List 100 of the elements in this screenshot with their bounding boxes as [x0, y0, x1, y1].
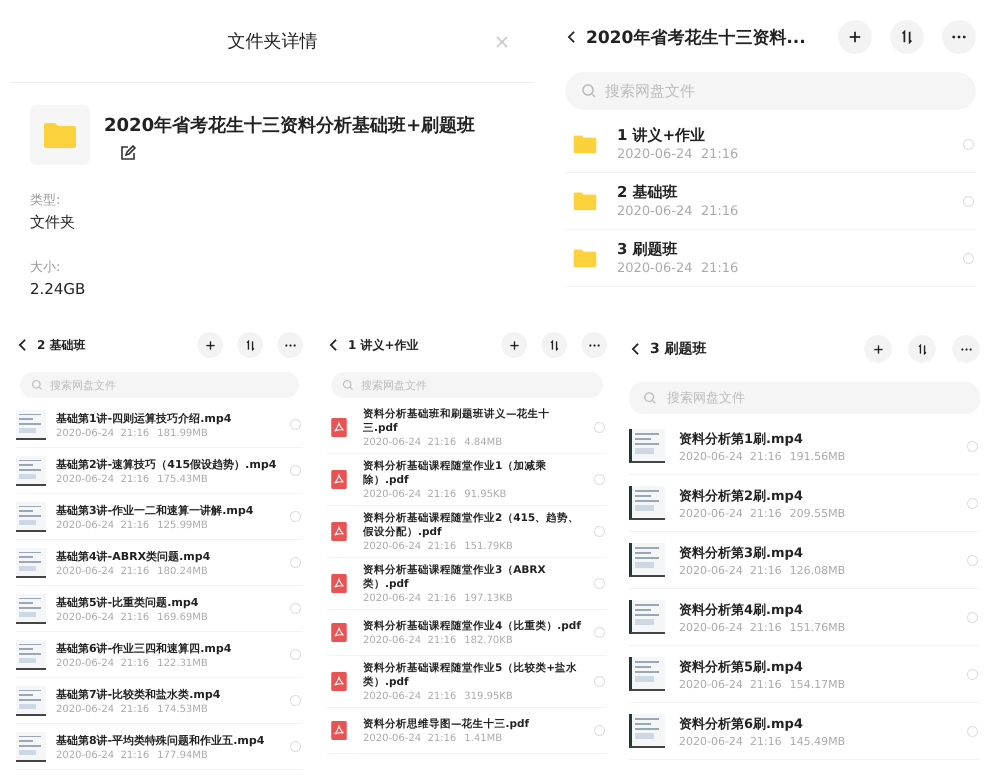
- file-name: 基础第8讲-平均类特殊问题和作业五.mp4: [56, 732, 266, 748]
- file-row[interactable]: 1 讲义+作业 2020-06-24 21:16: [565, 116, 976, 173]
- sort-button[interactable]: [541, 332, 567, 358]
- select-radio[interactable]: [967, 498, 978, 508]
- file-date: 2020-06-24 21:16: [617, 147, 738, 162]
- select-radio[interactable]: [290, 649, 301, 660]
- file-row[interactable]: 基础第8讲-平均类特殊问题和作业五.mp4 2020-06-24 21:16 177.94MB: [16, 724, 303, 770]
- file-row[interactable]: 资料分析基础课程随堂作业1（加减乘除）.pdf 2020-06-24 21:16 91.95KB: [327, 454, 607, 506]
- file-row[interactable]: 资料分析第3刷.mp4 2020-06-24 21:16 126.08MB: [629, 532, 980, 589]
- folder-title: 1 讲义+作业: [348, 336, 420, 354]
- file-size: 122.31MB: [157, 658, 208, 668]
- file-size: 209.55MB: [790, 506, 846, 520]
- sort-button[interactable]: [908, 335, 936, 363]
- select-radio[interactable]: [290, 511, 301, 522]
- file-row[interactable]: 2 基础班 2020-06-24 21:16: [565, 173, 976, 230]
- select-radio[interactable]: [594, 526, 605, 537]
- add-button[interactable]: [838, 20, 872, 54]
- file-row[interactable]: 基础第2讲-速算技巧（415假设趋势）.mp4 2020-06-24 21:16 175.43MB: [16, 448, 303, 494]
- file-name: 资料分析基础课程随堂作业2（415、趋势、假设分配）.pdf: [363, 511, 580, 539]
- file-name: 基础第7讲-比较类和盐水类.mp4: [56, 686, 222, 702]
- file-size: 145.49MB: [790, 734, 846, 748]
- file-row[interactable]: 资料分析基础课程随堂作业3（ABRX类）.pdf 2020-06-24 21:16 197.13KB: [327, 558, 607, 610]
- pdf-icon: [331, 522, 347, 541]
- file-size: 151.76MB: [790, 620, 846, 634]
- add-button[interactable]: [197, 332, 223, 358]
- sort-button[interactable]: [237, 332, 263, 358]
- file-row[interactable]: 基础第3讲-作业一二和速算一讲解.mp4 2020-06-24 21:16 125.99MB: [16, 494, 303, 540]
- file-date: 2020-06-24 21:16: [56, 520, 150, 530]
- edit-icon[interactable]: [120, 145, 136, 161]
- file-row[interactable]: 资料分析第1刷.mp4 2020-06-24 21:16 191.56MB: [629, 418, 980, 475]
- more-button[interactable]: [581, 332, 607, 358]
- field-value: 文件夹: [30, 213, 76, 232]
- file-date: 2020-06-24 21:16: [363, 593, 456, 604]
- chevron-icon: [567, 30, 576, 44]
- file-row[interactable]: 资料分析第4刷.mp4 2020-06-24 21:16 151.76MB: [629, 589, 980, 646]
- file-row[interactable]: 资料分析第6刷.mp4 2020-06-24 21:16 145.49MB: [629, 703, 980, 760]
- search-field[interactable]: 搜索网盘文件: [629, 382, 980, 414]
- select-radio[interactable]: [967, 554, 978, 566]
- file-row[interactable]: 资料分析基础班和刷题班讲义—花生十三.pdf 2020-06-24 21:16 4.84MB: [327, 402, 607, 454]
- search-icon: [31, 379, 43, 391]
- select-radio[interactable]: [594, 578, 605, 589]
- file-date: 2020-06-24 21:16: [363, 691, 456, 702]
- video-thumbnail: [16, 594, 46, 624]
- select-radio[interactable]: [290, 419, 301, 430]
- file-row[interactable]: 资料分析第5刷.mp4 2020-06-24 21:16 154.17MB: [629, 646, 980, 703]
- select-radio[interactable]: [963, 252, 974, 264]
- sort-button[interactable]: [890, 20, 924, 54]
- file-date: 2020-06-24 21:16: [679, 734, 782, 748]
- file-name: 资料分析第5刷.mp4: [679, 658, 804, 676]
- file-row[interactable]: 基础第4讲-ABRX类问题.mp4 2020-06-24 21:16 180.24MB: [16, 540, 303, 586]
- select-radio[interactable]: [594, 725, 605, 736]
- select-radio[interactable]: [967, 726, 978, 736]
- select-radio[interactable]: [594, 474, 605, 485]
- select-radio[interactable]: [594, 422, 605, 433]
- select-radio[interactable]: [963, 138, 974, 150]
- select-radio[interactable]: [290, 695, 301, 706]
- search-icon: [342, 379, 354, 391]
- plus-icon: [848, 30, 862, 44]
- dialog-title: 文件夹详情: [228, 30, 318, 53]
- search-field[interactable]: 搜索网盘文件: [331, 372, 603, 398]
- folder-icon: [573, 134, 597, 154]
- more-button[interactable]: [942, 20, 976, 54]
- video-thumbnail: [16, 502, 46, 532]
- select-radio[interactable]: [290, 557, 301, 568]
- select-radio[interactable]: [594, 676, 605, 687]
- file-row[interactable]: 资料分析基础课程随堂作业2（415、趋势、假设分配）.pdf 2020-06-24 21:16 151.79KB: [327, 506, 607, 558]
- search-field[interactable]: 搜索网盘文件: [565, 72, 976, 110]
- select-radio[interactable]: [967, 440, 978, 452]
- select-radio[interactable]: [290, 741, 301, 752]
- file-name: 基础第1讲-四则运算技巧介绍.mp4: [56, 410, 232, 426]
- file-row[interactable]: 资料分析思维导图—花生十三.pdf 2020-06-24 21:16 1.41MB: [327, 708, 607, 754]
- file-row[interactable]: 基础第5讲-比重类问题.mp4 2020-06-24 21:16 169.69MB: [16, 586, 303, 632]
- file-row[interactable]: 3 刷题班 2020-06-24 21:16: [565, 230, 976, 287]
- file-date: 2020-06-24 21:16: [363, 541, 456, 552]
- file-row[interactable]: 资料分析基础课程随堂作业5（比较类+盐水类）.pdf 2020-06-24 21:16 319.95KB: [327, 656, 607, 708]
- file-date: 2020-06-24 21:16: [363, 437, 456, 448]
- search-field[interactable]: 搜索网盘文件: [20, 372, 299, 398]
- file-name: 资料分析基础课程随堂作业3（ABRX类）.pdf: [363, 563, 547, 591]
- file-name: 1 讲义+作业: [617, 126, 706, 145]
- file-row[interactable]: 基础第7讲-比较类和盐水类.mp4 2020-06-24 21:16 174.53MB: [16, 678, 303, 724]
- select-radio[interactable]: [963, 196, 974, 206]
- close-icon[interactable]: [495, 35, 509, 49]
- folder-title: 2 基础班: [37, 336, 87, 354]
- file-date: 2020-06-24 21:16: [363, 635, 456, 646]
- file-row[interactable]: 基础第1讲-四则运算技巧介绍.mp4 2020-06-24 21:16 181.99MB: [16, 402, 303, 448]
- select-radio[interactable]: [967, 668, 978, 680]
- file-row[interactable]: 资料分析基础课程随堂作业4（比重类）.pdf 2020-06-24 21:16 182.70KB: [327, 610, 607, 656]
- select-radio[interactable]: [967, 612, 978, 622]
- file-row[interactable]: 资料分析第2刷.mp4 2020-06-24 21:16 209.55MB: [629, 475, 980, 532]
- select-radio[interactable]: [594, 627, 605, 638]
- file-date: 2020-06-24 21:16: [56, 474, 150, 484]
- more-button[interactable]: [277, 332, 303, 358]
- file-row[interactable]: 基础第6讲-作业三四和速算四.mp4 2020-06-24 21:16 122.31MB: [16, 632, 303, 678]
- select-radio[interactable]: [290, 465, 301, 476]
- add-button[interactable]: [501, 332, 527, 358]
- file-name: 资料分析第1刷.mp4: [679, 430, 804, 448]
- more-button[interactable]: [952, 335, 980, 363]
- select-radio[interactable]: [290, 603, 301, 614]
- file-name: 3 刷题班: [617, 240, 679, 259]
- pdf-icon: [331, 418, 347, 437]
